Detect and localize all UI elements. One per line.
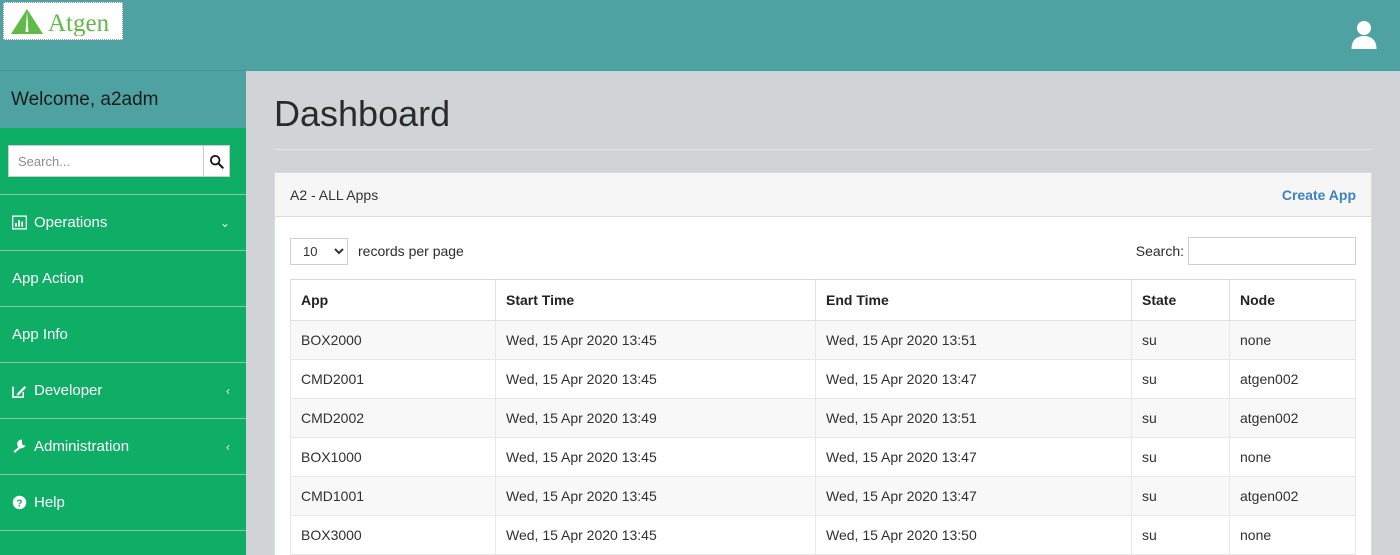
search-icon <box>209 154 224 169</box>
table-body: BOX2000 Wed, 15 Apr 2020 13:45 Wed, 15 Apr… <box>290 320 1356 555</box>
cell-start-time: Wed, 15 Apr 2020 13:49 <box>495 398 816 438</box>
cell-node: none <box>1229 320 1356 360</box>
mountain-triangle-icon: Atgen <box>11 9 110 36</box>
cell-app: BOX1000 <box>290 437 496 477</box>
svg-text:Atgen: Atgen <box>48 10 110 36</box>
user-avatar-button[interactable] <box>1338 8 1390 60</box>
column-header-node[interactable]: Node <box>1229 279 1356 321</box>
cell-end-time: Wed, 15 Apr 2020 13:47 <box>815 359 1132 399</box>
sidebar-item-operations[interactable]: Operations ⌄ <box>0 195 246 251</box>
cell-start-time: Wed, 15 Apr 2020 13:45 <box>495 476 816 516</box>
welcome-text: Welcome, a2adm <box>11 88 159 110</box>
sidebar-item-app-action[interactable]: App Action <box>0 251 246 307</box>
edit-square-icon <box>12 383 27 398</box>
sidebar: Welcome, a2adm Search... Operations ⌄ Ap… <box>0 70 246 555</box>
cell-node: none <box>1229 515 1356 555</box>
sidebar-item-administration[interactable]: Administration ‹ <box>0 419 246 475</box>
cell-app: CMD2002 <box>290 398 496 438</box>
apps-table: App Start Time End Time State Node BOX20… <box>290 279 1356 555</box>
cell-node: atgen002 <box>1229 359 1356 399</box>
cell-state: su <box>1131 359 1230 399</box>
cell-state: su <box>1131 515 1230 555</box>
table-row[interactable]: CMD2002 Wed, 15 Apr 2020 13:49 Wed, 15 Apr… <box>290 398 1356 438</box>
user-avatar-icon <box>1351 21 1377 49</box>
search-input[interactable] <box>8 145 203 177</box>
app-root: Atgen Welcome, a2adm Search... Operation… <box>0 0 1400 555</box>
sidebar-item-label: Developer <box>34 382 103 399</box>
page-title: Dashboard <box>274 71 1372 150</box>
cell-start-time: Wed, 15 Apr 2020 13:45 <box>495 437 816 477</box>
table-search-label: Search: <box>1135 243 1184 259</box>
cell-end-time: Wed, 15 Apr 2020 13:51 <box>815 320 1132 360</box>
table-header-row: App Start Time End Time State Node <box>290 279 1356 321</box>
table-row[interactable]: CMD1001 Wed, 15 Apr 2020 13:45 Wed, 15 Apr… <box>290 476 1356 516</box>
column-header-state[interactable]: State <box>1131 279 1230 321</box>
cell-app: CMD2001 <box>290 359 496 399</box>
wrench-icon <box>12 439 27 454</box>
cell-state: su <box>1131 398 1230 438</box>
cell-state: su <box>1131 437 1230 477</box>
sidebar-nav: Operations ⌄ App Action App Info Develop… <box>0 194 246 555</box>
cell-start-time: Wed, 15 Apr 2020 13:45 <box>495 515 816 555</box>
question-circle-icon: ? <box>12 495 27 510</box>
sidebar-item-label: Administration <box>34 438 130 455</box>
cell-node: none <box>1229 437 1356 477</box>
sidebar-item-app-info[interactable]: App Info <box>0 307 246 363</box>
cell-end-time: Wed, 15 Apr 2020 13:47 <box>815 437 1132 477</box>
cell-app: CMD1001 <box>290 476 496 516</box>
table-row[interactable]: BOX2000 Wed, 15 Apr 2020 13:45 Wed, 15 Apr… <box>290 320 1356 360</box>
chevron-left-icon: ‹ <box>226 439 230 454</box>
create-app-link[interactable]: Create App <box>1282 187 1356 203</box>
table-row[interactable]: BOX1000 Wed, 15 Apr 2020 13:45 Wed, 15 Apr… <box>290 437 1356 477</box>
sidebar-item-label: App Action <box>12 270 84 287</box>
cell-app: BOX2000 <box>290 320 496 360</box>
sidebar-search <box>0 128 246 194</box>
sidebar-item-label: App Info <box>12 326 68 343</box>
cell-node: atgen002 <box>1229 398 1356 438</box>
sidebar-item-developer[interactable]: Developer ‹ <box>0 363 246 419</box>
table-search-input[interactable] <box>1188 237 1356 265</box>
main-content: Dashboard A2 - ALL Apps Create App 10255… <box>246 70 1400 555</box>
sidebar-item-label: Operations <box>34 214 108 231</box>
top-header-bar: Atgen <box>0 0 1400 70</box>
search-button[interactable] <box>203 145 230 177</box>
column-header-start-time[interactable]: Start Time <box>495 279 816 321</box>
apps-panel: A2 - ALL Apps Create App 102550100 recor… <box>274 172 1372 555</box>
cell-node: atgen002 <box>1229 476 1356 516</box>
cell-state: su <box>1131 476 1230 516</box>
cell-end-time: Wed, 15 Apr 2020 13:51 <box>815 398 1132 438</box>
cell-state: su <box>1131 320 1230 360</box>
cell-app: BOX3000 <box>290 515 496 555</box>
records-per-page-select[interactable]: 102550100 <box>290 237 348 265</box>
cell-end-time: Wed, 15 Apr 2020 13:50 <box>815 515 1132 555</box>
panel-header: A2 - ALL Apps Create App <box>275 173 1371 217</box>
sidebar-item-label: Help <box>34 494 65 511</box>
column-header-end-time[interactable]: End Time <box>815 279 1132 321</box>
welcome-banner: Welcome, a2adm <box>0 70 246 128</box>
table-head: App Start Time End Time State Node <box>290 279 1356 321</box>
chevron-left-icon: ‹ <box>226 383 230 398</box>
chevron-down-icon: ⌄ <box>219 215 230 230</box>
page-length-control: 102550100 records per page <box>290 237 464 265</box>
sidebar-item-help[interactable]: ? Help <box>0 475 246 531</box>
sidebar-nav-filler <box>0 531 246 555</box>
records-per-page-label: records per page <box>358 243 464 259</box>
svg-text:?: ? <box>16 498 22 509</box>
cell-start-time: Wed, 15 Apr 2020 13:45 <box>495 320 816 360</box>
panel-title: A2 - ALL Apps <box>290 186 379 203</box>
table-row[interactable]: CMD2001 Wed, 15 Apr 2020 13:45 Wed, 15 Apr… <box>290 359 1356 399</box>
cell-start-time: Wed, 15 Apr 2020 13:45 <box>495 359 816 399</box>
table-controls: 102550100 records per page Search: <box>290 231 1356 271</box>
cell-end-time: Wed, 15 Apr 2020 13:47 <box>815 476 1132 516</box>
table-row[interactable]: BOX3000 Wed, 15 Apr 2020 13:45 Wed, 15 Apr… <box>290 515 1356 555</box>
bar-chart-icon <box>12 215 27 230</box>
brand-logo[interactable]: Atgen <box>3 2 123 40</box>
table-search-control: Search: <box>1136 237 1356 265</box>
panel-body: 102550100 records per page Search: App S… <box>275 217 1371 555</box>
column-header-app[interactable]: App <box>290 279 496 321</box>
